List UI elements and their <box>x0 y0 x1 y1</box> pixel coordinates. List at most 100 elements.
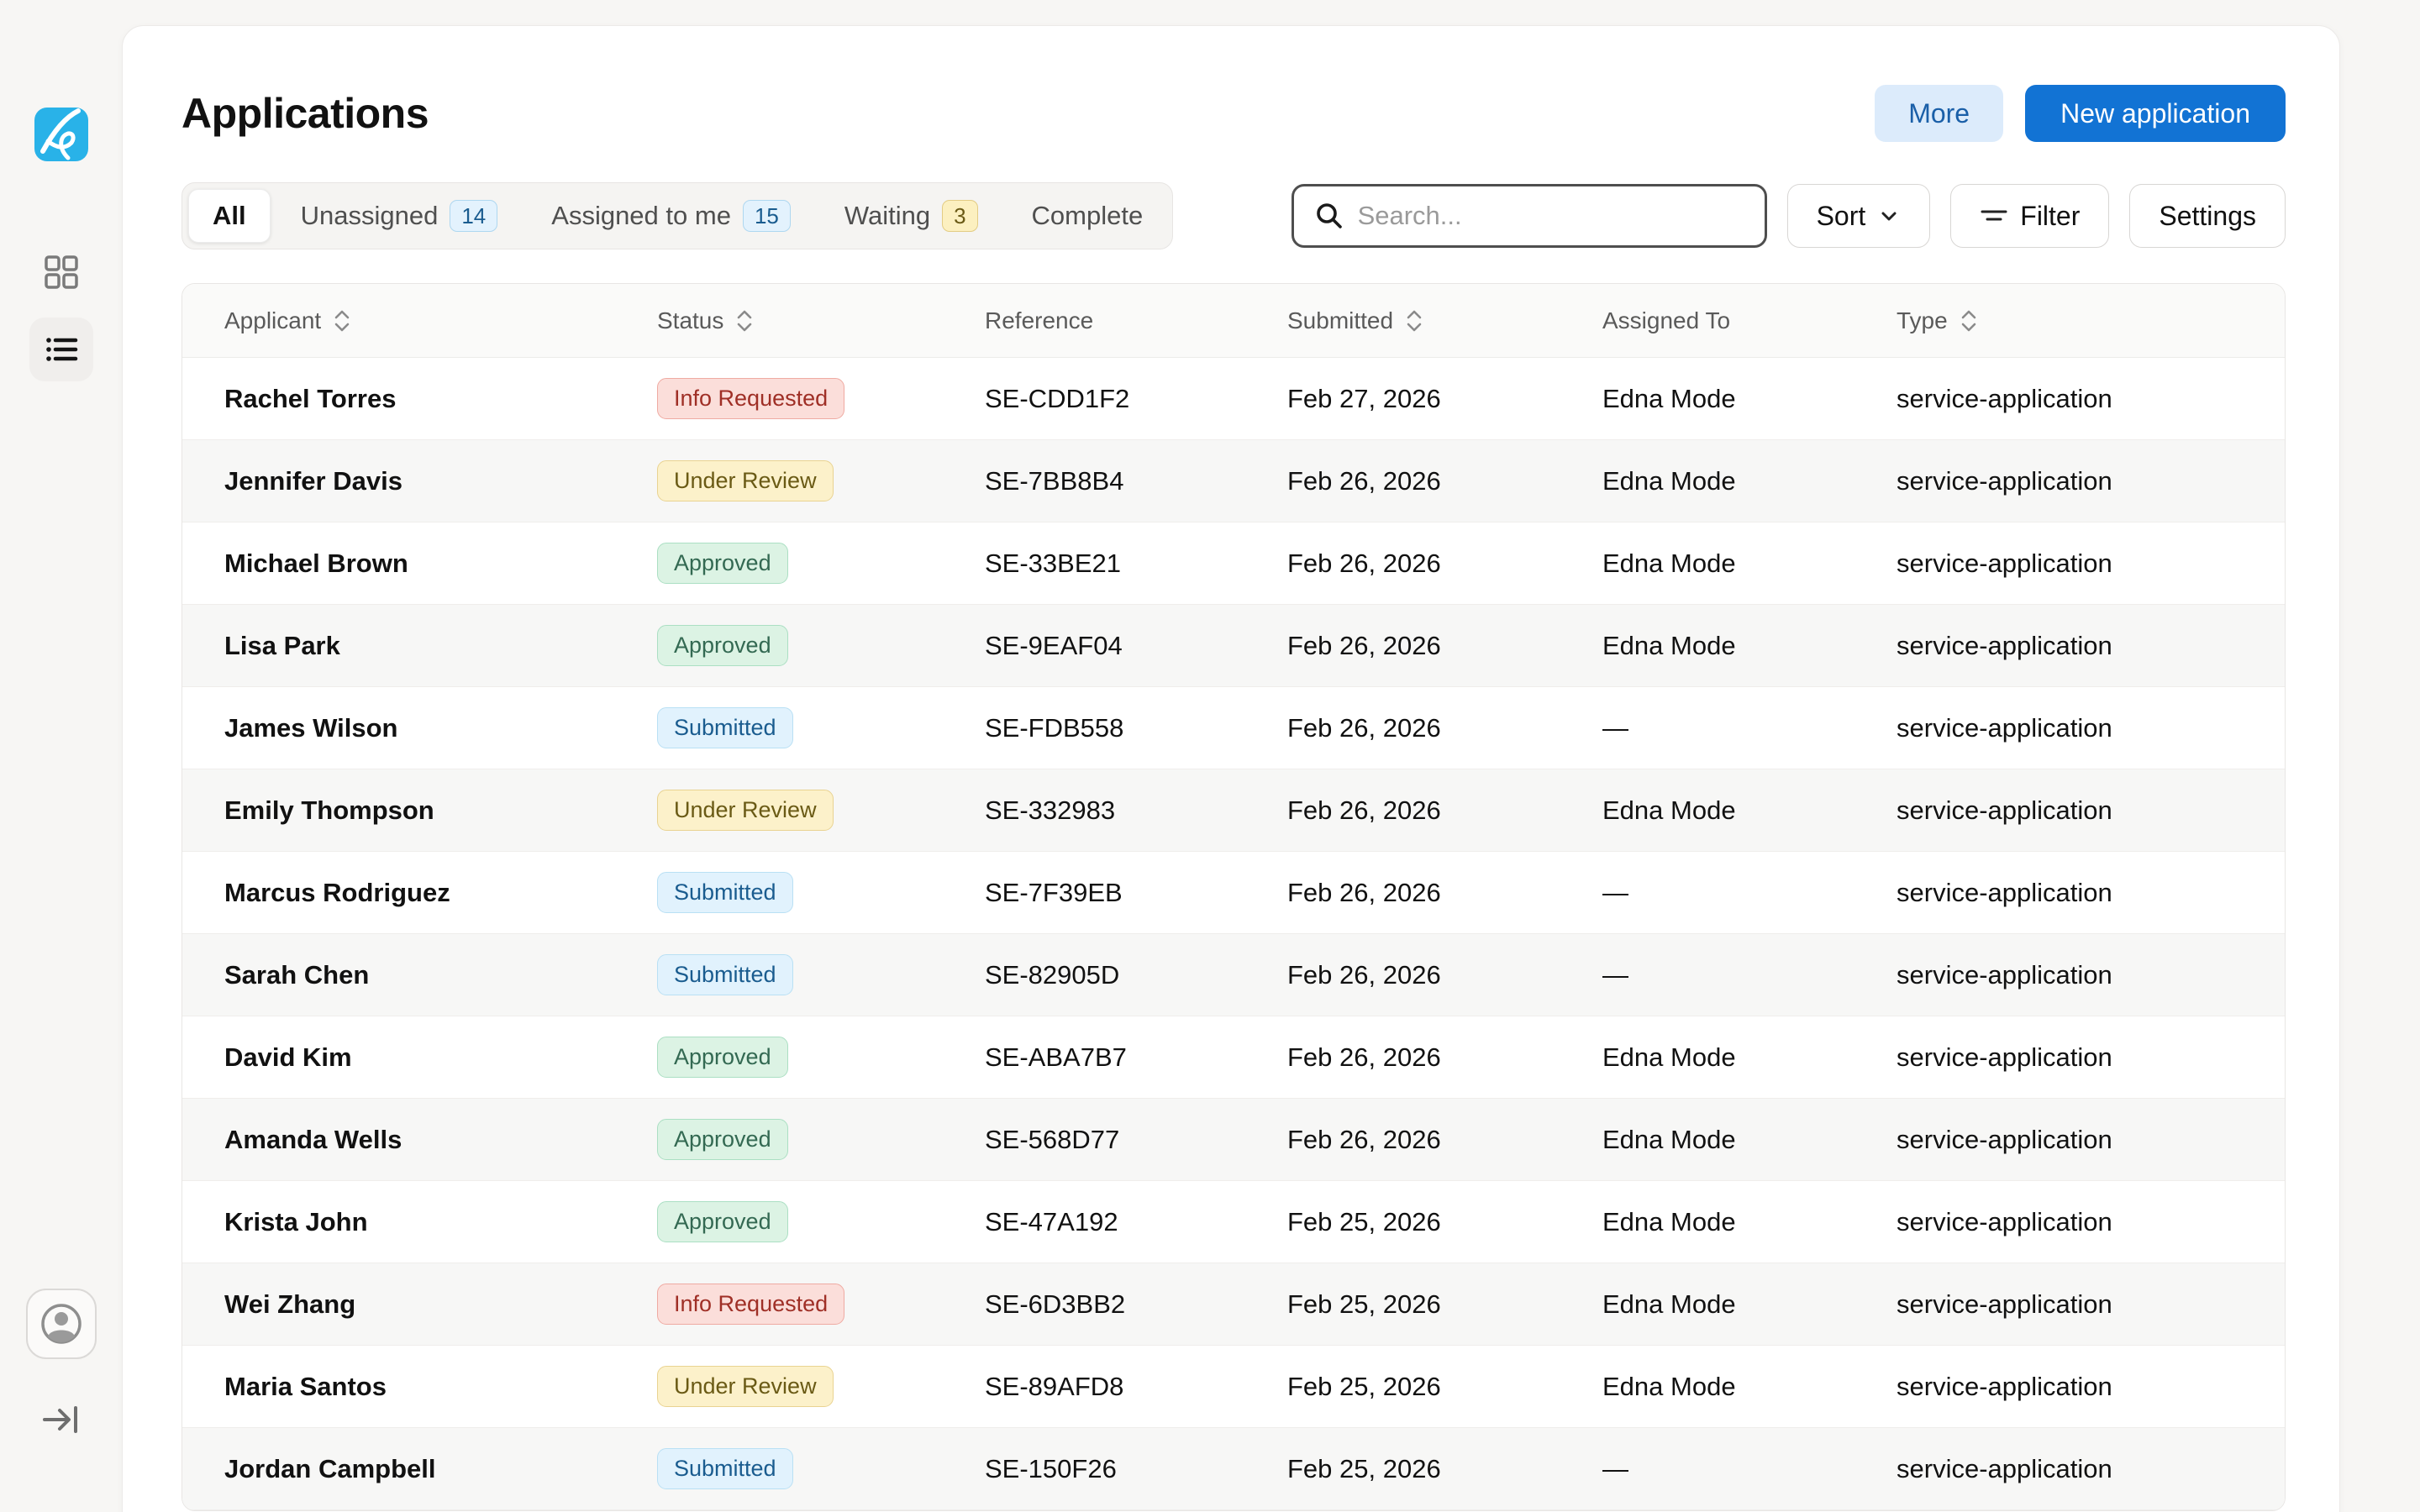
status-badge: Approved <box>657 625 788 667</box>
column-header-type[interactable]: Type <box>1897 307 2285 334</box>
table-body: Rachel Torres Info Requested SE-CDD1F2 F… <box>182 358 2285 1510</box>
table-row[interactable]: Sarah Chen Submitted SE-82905D Feb 26, 2… <box>182 934 2285 1016</box>
table-row[interactable]: Amanda Wells Approved SE-568D77 Feb 26, … <box>182 1099 2285 1181</box>
reference-cell: SE-9EAF04 <box>985 631 1287 661</box>
filter-tabs: All Unassigned 14 Assigned to me 15 Wait… <box>182 182 1173 249</box>
tab-count-badge: 3 <box>942 200 977 232</box>
tab-unassigned[interactable]: Unassigned 14 <box>277 189 522 243</box>
assigned-to-cell: Edna Mode <box>1602 1125 1897 1155</box>
page-header: Applications More New application <box>182 85 2286 142</box>
reference-cell: SE-82905D <box>985 960 1287 990</box>
search-box[interactable] <box>1292 184 1767 248</box>
status-badge: Approved <box>657 1119 788 1161</box>
sort-arrows-icon <box>735 308 754 333</box>
tab-assigned-to-me[interactable]: Assigned to me 15 <box>528 189 814 243</box>
table-row[interactable]: Maria Santos Under Review SE-89AFD8 Feb … <box>182 1346 2285 1428</box>
column-header-label: Status <box>657 307 723 334</box>
table-row[interactable]: Marcus Rodriguez Submitted SE-7F39EB Feb… <box>182 852 2285 934</box>
tab-complete[interactable]: Complete <box>1008 189 1167 243</box>
settings-button-label: Settings <box>2159 201 2256 232</box>
status-badge: Under Review <box>657 790 834 832</box>
submitted-cell: Feb 26, 2026 <box>1287 549 1602 579</box>
sign-out-button[interactable] <box>36 1394 87 1445</box>
type-cell: service-application <box>1897 549 2285 579</box>
search-input[interactable] <box>1358 201 1744 231</box>
reference-cell: SE-568D77 <box>985 1125 1287 1155</box>
type-cell: service-application <box>1897 384 2285 414</box>
type-cell: service-application <box>1897 1207 2285 1237</box>
table-row[interactable]: Michael Brown Approved SE-33BE21 Feb 26,… <box>182 522 2285 605</box>
tab-waiting[interactable]: Waiting 3 <box>821 189 1002 243</box>
table-row[interactable]: Rachel Torres Info Requested SE-CDD1F2 F… <box>182 358 2285 440</box>
submitted-cell: Feb 25, 2026 <box>1287 1207 1602 1237</box>
column-header-label: Type <box>1897 307 1948 334</box>
reference-cell: SE-150F26 <box>985 1454 1287 1484</box>
more-button[interactable]: More <box>1875 85 2003 142</box>
status-badge: Approved <box>657 1037 788 1079</box>
filter-button[interactable]: Filter <box>1950 184 2109 248</box>
reference-cell: SE-CDD1F2 <box>985 384 1287 414</box>
sidebar-item-applications[interactable] <box>29 318 93 381</box>
reference-cell: SE-7BB8B4 <box>985 466 1287 496</box>
submitted-cell: Feb 26, 2026 <box>1287 631 1602 661</box>
table-row[interactable]: Emily Thompson Under Review SE-332983 Fe… <box>182 769 2285 852</box>
applicant-name: Wei Zhang <box>224 1289 657 1320</box>
assigned-to-cell: Edna Mode <box>1602 549 1897 579</box>
assigned-to-cell: Edna Mode <box>1602 631 1897 661</box>
column-header-label: Reference <box>985 307 1093 334</box>
status-badge: Approved <box>657 543 788 585</box>
type-cell: service-application <box>1897 631 2285 661</box>
user-menu-button[interactable] <box>26 1289 97 1359</box>
sort-button[interactable]: Sort <box>1787 184 1931 248</box>
column-header-applicant[interactable]: Applicant <box>224 307 657 334</box>
status-badge: Under Review <box>657 1366 834 1408</box>
table-row[interactable]: Jordan Campbell Submitted SE-150F26 Feb … <box>182 1428 2285 1510</box>
grid-icon <box>43 254 80 291</box>
table-row[interactable]: Lisa Park Approved SE-9EAF04 Feb 26, 202… <box>182 605 2285 687</box>
column-header-label: Assigned To <box>1602 307 1730 334</box>
applicant-name: Jennifer Davis <box>224 466 657 496</box>
column-header-label: Applicant <box>224 307 321 334</box>
assigned-to-cell: — <box>1602 1454 1897 1484</box>
applicant-name: Sarah Chen <box>224 960 657 990</box>
column-header-status[interactable]: Status <box>657 307 985 334</box>
type-cell: service-application <box>1897 1125 2285 1155</box>
table-row[interactable]: Krista John Approved SE-47A192 Feb 25, 2… <box>182 1181 2285 1263</box>
submitted-cell: Feb 26, 2026 <box>1287 1125 1602 1155</box>
applicant-name: David Kim <box>224 1042 657 1073</box>
column-header-reference: Reference <box>985 307 1287 334</box>
reference-cell: SE-332983 <box>985 795 1287 826</box>
assigned-to-cell: Edna Mode <box>1602 795 1897 826</box>
applicant-name: Jordan Campbell <box>224 1454 657 1484</box>
type-cell: service-application <box>1897 795 2285 826</box>
settings-button[interactable]: Settings <box>2129 184 2286 248</box>
type-cell: service-application <box>1897 960 2285 990</box>
tab-label: All <box>213 201 246 231</box>
applications-table: Applicant Status Reference Submitted Ass… <box>182 283 2286 1511</box>
applicant-name: James Wilson <box>224 713 657 743</box>
new-application-button[interactable]: New application <box>2025 85 2286 142</box>
search-icon <box>1314 201 1344 231</box>
reference-cell: SE-FDB558 <box>985 713 1287 743</box>
assigned-to-cell: Edna Mode <box>1602 1042 1897 1073</box>
type-cell: service-application <box>1897 466 2285 496</box>
tab-all[interactable]: All <box>188 189 271 243</box>
column-header-submitted[interactable]: Submitted <box>1287 307 1602 334</box>
sidebar-item-dashboard[interactable] <box>34 245 88 299</box>
sort-arrows-icon <box>1960 308 1978 333</box>
reference-cell: SE-89AFD8 <box>985 1372 1287 1402</box>
submitted-cell: Feb 25, 2026 <box>1287 1372 1602 1402</box>
assigned-to-cell: Edna Mode <box>1602 384 1897 414</box>
table-row[interactable]: David Kim Approved SE-ABA7B7 Feb 26, 202… <box>182 1016 2285 1099</box>
type-cell: service-application <box>1897 1454 2285 1484</box>
table-row[interactable]: Wei Zhang Info Requested SE-6D3BB2 Feb 2… <box>182 1263 2285 1346</box>
main-panel: Applications More New application All Un… <box>122 25 2340 1512</box>
reference-cell: SE-ABA7B7 <box>985 1042 1287 1073</box>
app-logo[interactable] <box>34 108 88 161</box>
submitted-cell: Feb 26, 2026 <box>1287 466 1602 496</box>
table-row[interactable]: James Wilson Submitted SE-FDB558 Feb 26,… <box>182 687 2285 769</box>
type-cell: service-application <box>1897 1372 2285 1402</box>
assigned-to-cell: — <box>1602 878 1897 908</box>
page-title: Applications <box>182 89 429 138</box>
table-row[interactable]: Jennifer Davis Under Review SE-7BB8B4 Fe… <box>182 440 2285 522</box>
